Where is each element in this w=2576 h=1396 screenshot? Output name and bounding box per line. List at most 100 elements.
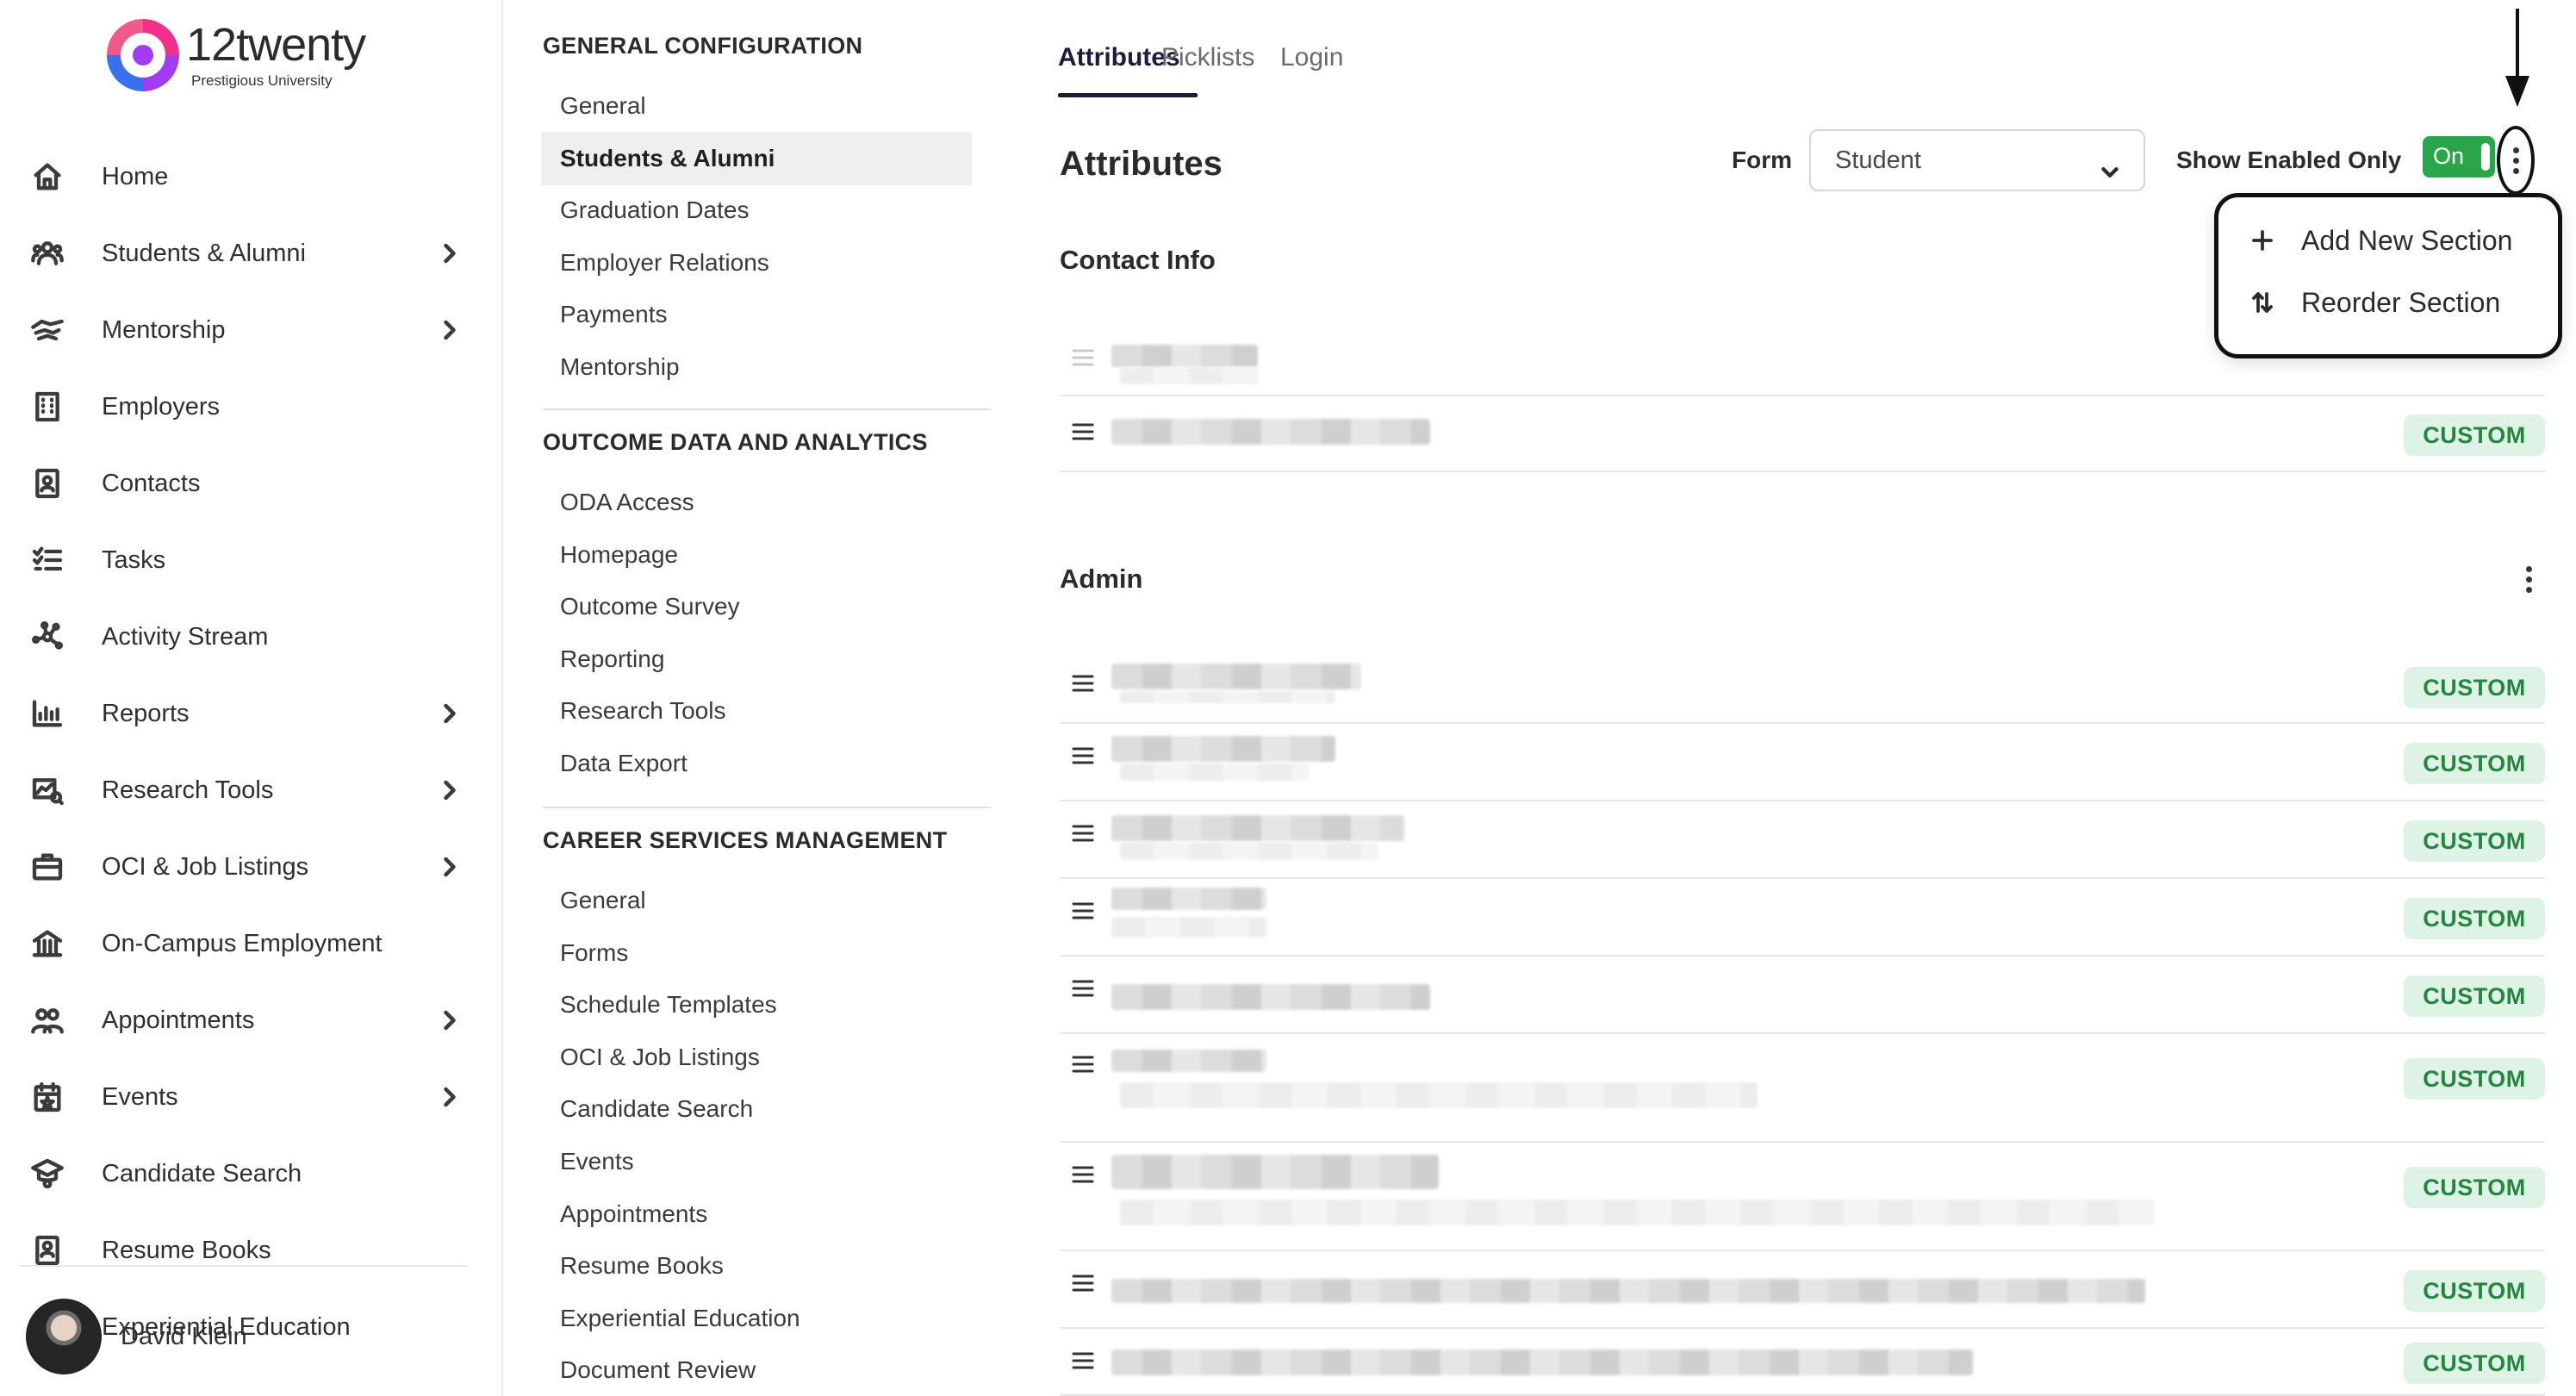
settings-item-schedule-templates[interactable]: Schedule Templates — [541, 978, 972, 1031]
home-icon — [26, 155, 69, 198]
sidebar-item-employers[interactable]: Employers — [26, 377, 465, 437]
active-tab-indicator — [1058, 93, 1198, 97]
logo[interactable]: 12twenty Prestigious University — [107, 19, 400, 97]
settings-item-resume-books[interactable]: Resume Books — [541, 1239, 972, 1293]
sidebar-item-oci-job-listings[interactable]: OCI & Job Listings — [26, 837, 465, 897]
drag-handle-icon[interactable] — [1072, 674, 1094, 693]
redacted-attribute-text — [1111, 888, 1266, 910]
drag-handle-icon[interactable] — [1072, 1274, 1094, 1293]
attribute-row[interactable]: CUSTOM — [1060, 958, 2545, 1034]
drag-handle-icon[interactable] — [1072, 824, 1094, 843]
sidebar-item-label: Contacts — [102, 469, 201, 497]
settings-item-payments[interactable]: Payments — [541, 288, 972, 341]
custom-badge: CUSTOM — [2404, 1270, 2545, 1312]
settings-item-general[interactable]: General — [541, 874, 972, 927]
settings-item-appointments[interactable]: Appointments — [541, 1187, 972, 1241]
settings-item-document-review[interactable]: Document Review — [541, 1343, 972, 1396]
research-icon — [26, 769, 69, 812]
settings-item-forms[interactable]: Forms — [541, 926, 972, 980]
settings-item-students-alumni[interactable]: Students & Alumni — [541, 131, 972, 185]
attribute-row[interactable]: CUSTOM — [1060, 803, 2545, 879]
tab-picklists[interactable]: Picklists — [1161, 43, 1254, 72]
admin-section-options-button[interactable] — [2516, 562, 2542, 596]
drag-handle-icon[interactable] — [1072, 348, 1094, 367]
drag-handle-icon[interactable] — [1072, 1055, 1094, 1074]
sidebar-item-mentorship[interactable]: Mentorship — [26, 300, 465, 360]
drag-handle-icon[interactable] — [1072, 746, 1094, 765]
chevron-right-icon — [434, 1081, 465, 1112]
settings-item-reporting[interactable]: Reporting — [541, 633, 972, 686]
settings-section-title: OUTCOME DATA AND ANALYTICS — [543, 429, 928, 455]
attribute-row[interactable]: CUSTOM — [1060, 1253, 2545, 1329]
kebab-icon — [2512, 146, 2519, 174]
settings-item-candidate-search[interactable]: Candidate Search — [541, 1082, 972, 1136]
briefcase-icon — [26, 845, 69, 888]
more-options-button[interactable] — [2497, 126, 2535, 195]
brand-name: 12twenty — [186, 19, 366, 71]
settings-item-employer-relations[interactable]: Employer Relations — [541, 236, 972, 290]
show-enabled-toggle[interactable]: On — [2423, 136, 2495, 178]
user-profile[interactable]: David Klein — [26, 1297, 247, 1376]
people-icon — [26, 999, 69, 1042]
main-content: Attributes Picklists Login Attributes Fo… — [1039, 0, 2576, 1396]
sidebar-item-on-campus-employment[interactable]: On-Campus Employment — [26, 913, 465, 974]
sidebar-item-events[interactable]: Events — [26, 1067, 465, 1127]
settings-item-general[interactable]: General — [541, 79, 972, 133]
show-enabled-label: Show Enabled Only — [2176, 146, 2402, 173]
attribute-row[interactable]: CUSTOM — [1060, 398, 2545, 472]
attribute-row[interactable]: CUSTOM — [1060, 1144, 2545, 1251]
settings-item-events[interactable]: Events — [541, 1135, 972, 1188]
reorder-section-item[interactable]: Reorder Section — [2249, 277, 2500, 328]
section-title-admin: Admin — [1060, 564, 1143, 594]
drag-handle-icon[interactable] — [1072, 901, 1094, 920]
drag-handle-icon[interactable] — [1072, 1351, 1094, 1370]
sidebar-item-resume-books[interactable]: Resume Books — [26, 1220, 465, 1281]
sidebar-item-students-alumni[interactable]: Students & Alumni — [26, 223, 465, 284]
settings-item-mentorship[interactable]: Mentorship — [541, 340, 972, 394]
attribute-row[interactable]: CUSTOM — [1060, 1036, 2545, 1143]
chevron-right-icon — [434, 238, 465, 269]
sidebar-item-appointments[interactable]: Appointments — [26, 990, 465, 1050]
attribute-row[interactable] — [1060, 331, 2545, 396]
tab-login[interactable]: Login — [1280, 43, 1343, 72]
handshake-icon — [26, 308, 69, 352]
attribute-row[interactable]: CUSTOM — [1060, 1331, 2545, 1396]
sidebar-item-candidate-search[interactable]: Candidate Search — [26, 1144, 465, 1204]
attribute-row[interactable]: CUSTOM — [1060, 651, 2545, 724]
settings-item-outcome-survey[interactable]: Outcome Survey — [541, 580, 972, 633]
custom-badge: CUSTOM — [2404, 975, 2545, 1017]
bar-chart-icon — [26, 692, 69, 735]
drag-handle-icon[interactable] — [1072, 979, 1094, 998]
sidebar-item-contacts[interactable]: Contacts — [26, 453, 465, 514]
custom-badge: CUSTOM — [2404, 667, 2545, 708]
avatar[interactable] — [26, 1299, 102, 1374]
drag-handle-icon[interactable] — [1072, 422, 1094, 441]
form-select[interactable]: Student — [1809, 129, 2145, 191]
redacted-attribute-text — [1111, 984, 1430, 1010]
settings-item-research-tools[interactable]: Research Tools — [541, 684, 972, 738]
network-icon — [26, 615, 69, 658]
sidebar-item-reports[interactable]: Reports — [26, 683, 465, 744]
redacted-attribute-text — [1111, 736, 1335, 762]
redacted-attribute-text — [1111, 419, 1430, 445]
sidebar-item-tasks[interactable]: Tasks — [26, 530, 465, 590]
settings-item-graduation-dates[interactable]: Graduation Dates — [541, 184, 972, 237]
attribute-row[interactable]: CUSTOM — [1060, 881, 2545, 957]
sidebar-item-research-tools[interactable]: Research Tools — [26, 760, 465, 820]
sidebar-item-activity-stream[interactable]: Activity Stream — [26, 607, 465, 667]
settings-item-homepage[interactable]: Homepage — [541, 528, 972, 582]
sidebar-item-label: Mentorship — [102, 315, 226, 344]
settings-item-oda-access[interactable]: ODA Access — [541, 476, 972, 529]
sidebar-item-label: Candidate Search — [102, 1159, 302, 1187]
attribute-row[interactable]: CUSTOM — [1060, 726, 2545, 801]
redacted-attribute-text — [1111, 1279, 2145, 1303]
settings-item-experiential-education[interactable]: Experiential Education — [541, 1292, 972, 1345]
add-new-section-item[interactable]: Add New Section — [2249, 215, 2512, 266]
sidebar-item-home[interactable]: Home — [26, 146, 465, 207]
settings-item-oci-job-listings[interactable]: OCI & Job Listings — [541, 1031, 972, 1084]
page-title: Attributes — [1060, 145, 1223, 183]
settings-section-title: GENERAL CONFIGURATION — [543, 33, 863, 59]
redacted-attribute-text — [1111, 1050, 1266, 1072]
settings-item-data-export[interactable]: Data Export — [541, 737, 972, 790]
drag-handle-icon[interactable] — [1072, 1165, 1094, 1184]
